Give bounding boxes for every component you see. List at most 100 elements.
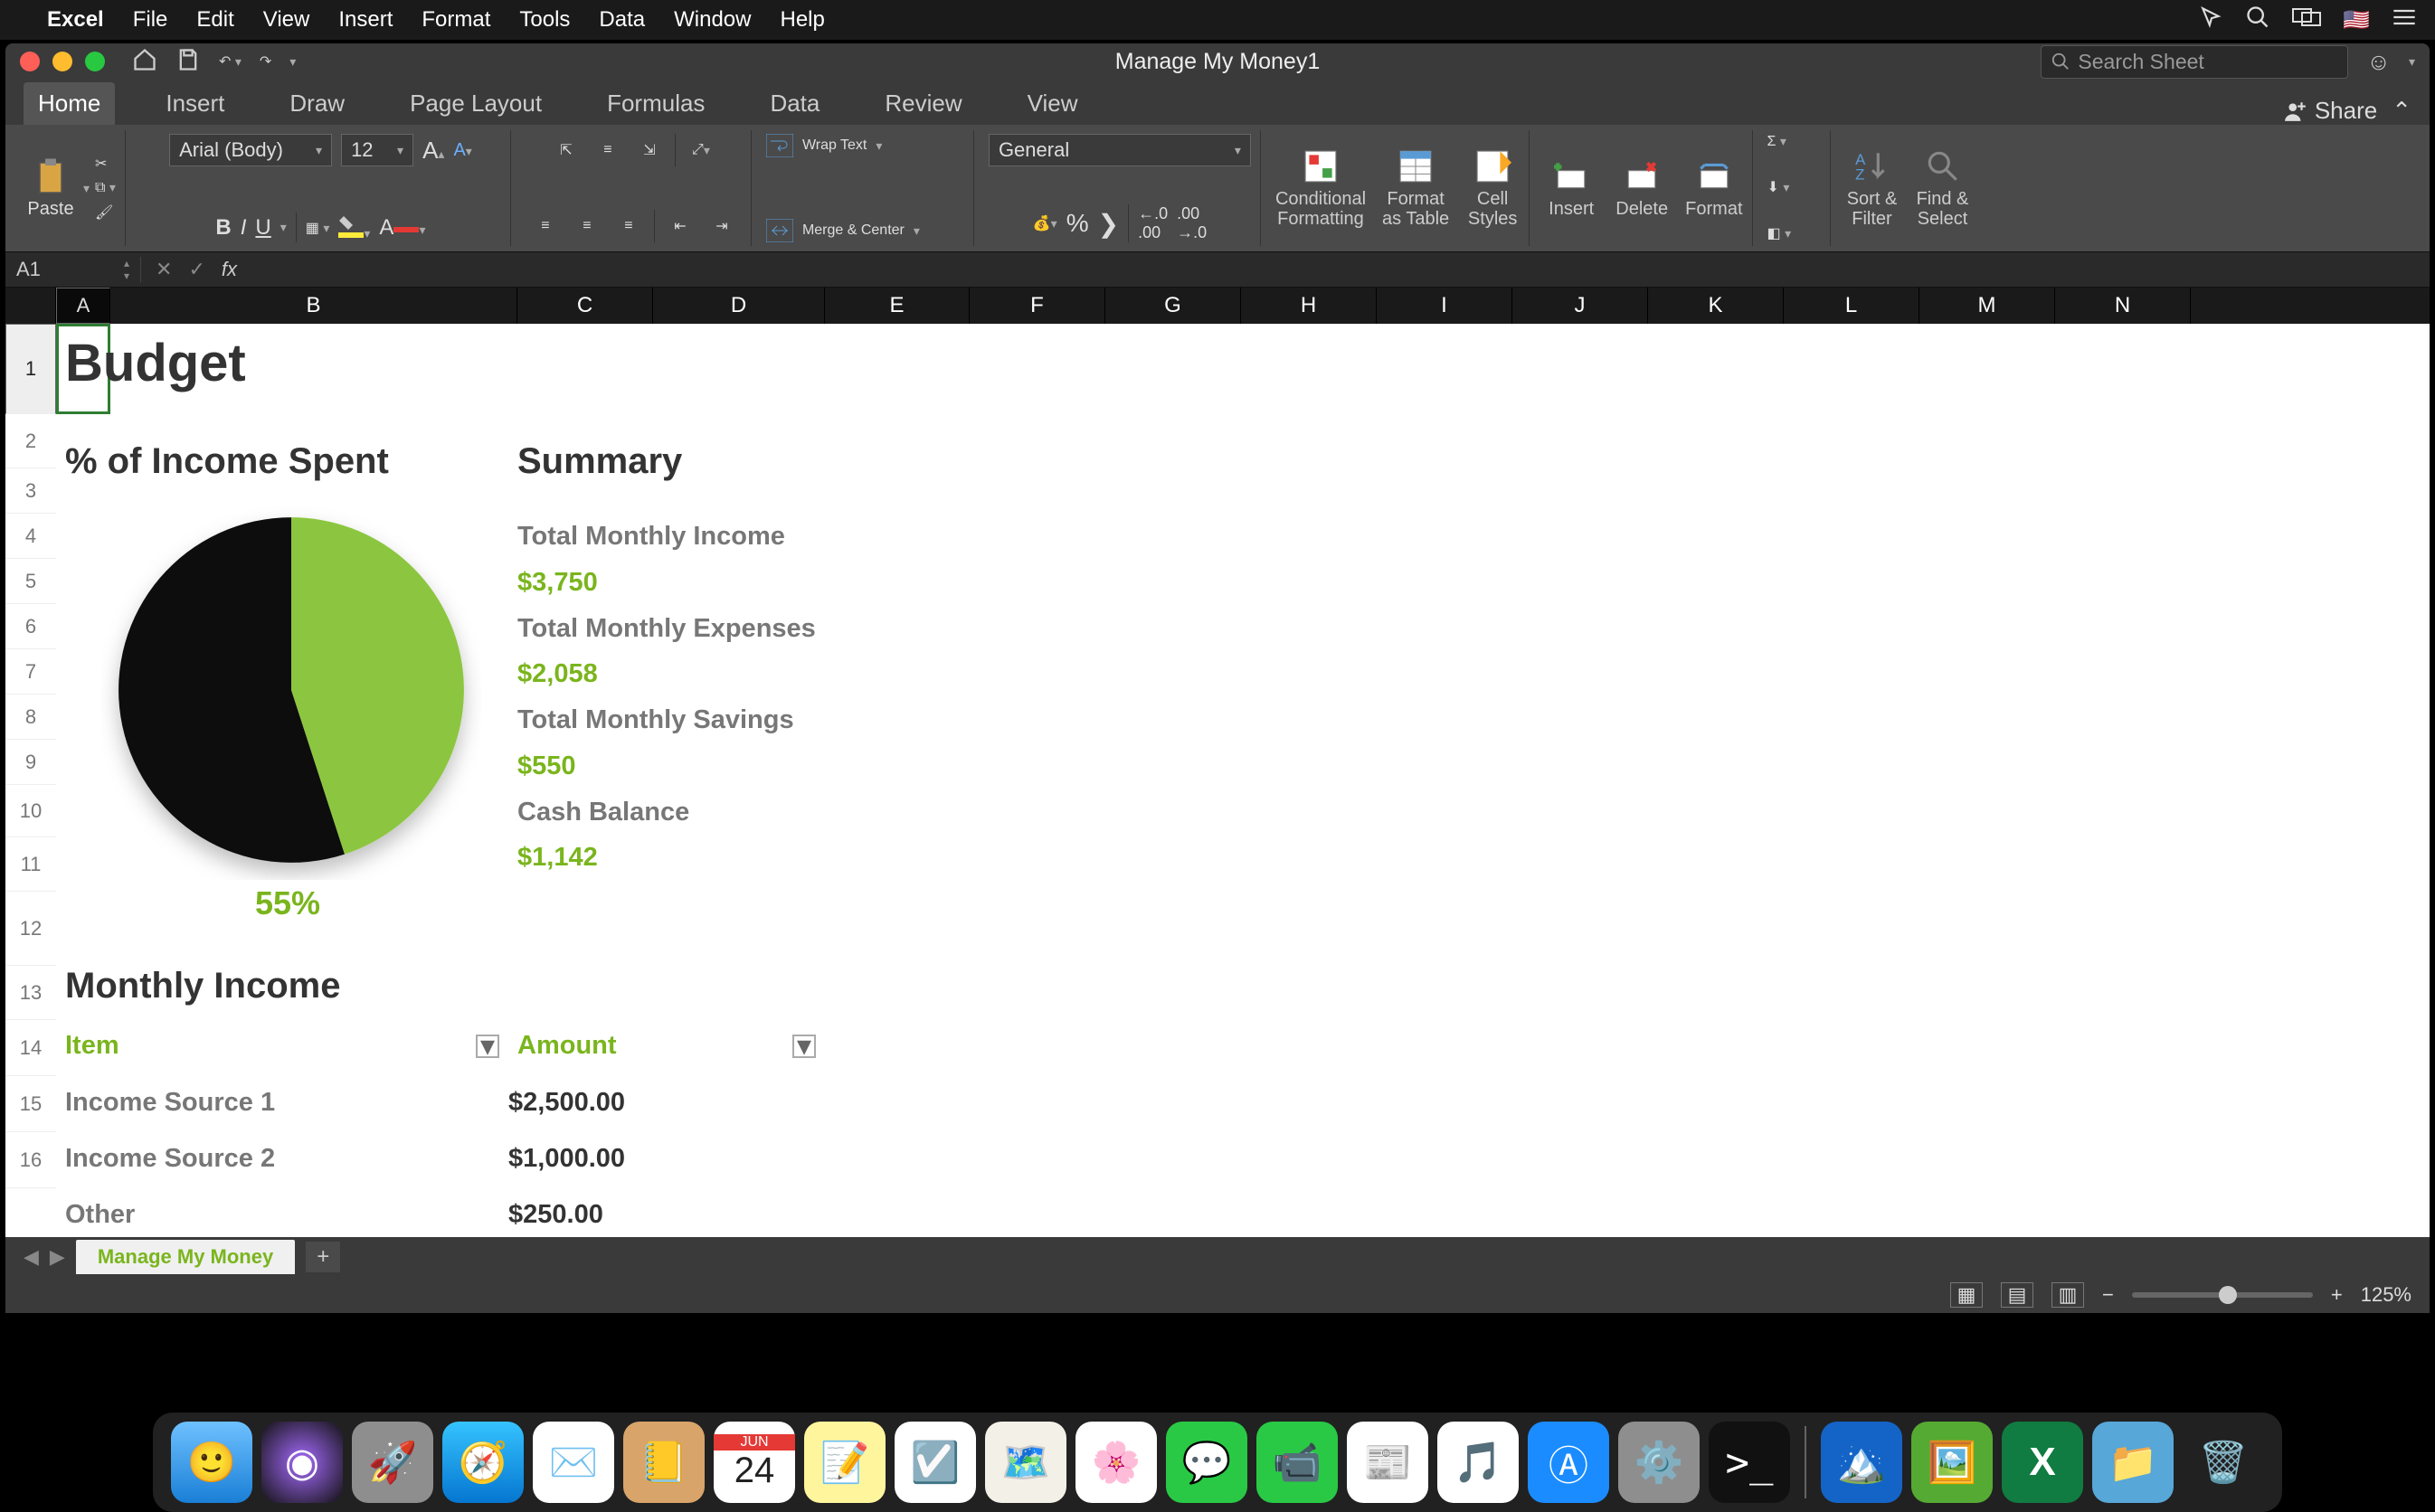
row-header-10[interactable]: 10: [5, 785, 56, 837]
col-header-A[interactable]: A: [56, 288, 110, 324]
dock-preview[interactable]: 🖼️: [1911, 1422, 1993, 1503]
col-header-D[interactable]: D: [653, 288, 825, 324]
zoom-out-button[interactable]: −: [2102, 1283, 2114, 1307]
name-box[interactable]: A1▴▾: [5, 257, 141, 282]
row-header-4[interactable]: 4: [5, 514, 56, 559]
income-col-item[interactable]: Item ▾: [65, 1031, 499, 1061]
dock-appstore[interactable]: Ⓐ: [1528, 1422, 1609, 1503]
align-bottom-icon[interactable]: ⇲: [633, 134, 666, 166]
merge-center-button[interactable]: Merge & Center▾: [766, 219, 920, 242]
row-header-16[interactable]: 16: [5, 1132, 56, 1188]
clear-icon[interactable]: ◧ ▾: [1767, 224, 1792, 242]
align-top-icon[interactable]: ⇱: [550, 134, 583, 166]
accept-formula-icon[interactable]: ✓: [188, 258, 204, 281]
align-left-icon[interactable]: ≡: [529, 210, 562, 242]
search-sheet-input[interactable]: Search Sheet: [2041, 45, 2348, 79]
row-header-3[interactable]: 3: [5, 468, 56, 514]
font-size-select[interactable]: 12▾: [341, 134, 413, 166]
spreadsheet-grid[interactable]: 12345678910111213141516 Budget % of Inco…: [5, 324, 2430, 1237]
col-header-K[interactable]: K: [1648, 288, 1784, 324]
decrease-font-icon[interactable]: A▾: [453, 140, 471, 161]
dock-photos[interactable]: 🌸: [1075, 1422, 1157, 1503]
row-header-12[interactable]: 12: [5, 892, 56, 966]
conditional-formatting-button[interactable]: Conditional Formatting: [1275, 147, 1366, 229]
menu-view[interactable]: View: [263, 7, 310, 33]
sheet-nav-prev[interactable]: ◀: [24, 1245, 39, 1269]
cursor-icon[interactable]: [2200, 5, 2223, 35]
fill-icon[interactable]: ⬇ ▾: [1767, 178, 1790, 196]
accounting-format-icon[interactable]: 💰▾: [1033, 214, 1057, 232]
spotlight-icon[interactable]: [2245, 5, 2270, 36]
menu-insert[interactable]: Insert: [338, 7, 393, 33]
comma-format-icon[interactable]: ❯: [1098, 209, 1119, 239]
font-color-button[interactable]: A▾: [379, 215, 425, 241]
delete-cells-button[interactable]: Delete: [1615, 157, 1669, 219]
row-header-14[interactable]: 14: [5, 1020, 56, 1076]
fill-color-button[interactable]: ▾: [338, 213, 370, 242]
menu-format[interactable]: Format: [422, 7, 490, 33]
dock-terminal[interactable]: >_: [1709, 1422, 1790, 1503]
dock-facetime[interactable]: 📹: [1256, 1422, 1338, 1503]
filter-dropdown-icon[interactable]: ▾: [792, 1035, 816, 1058]
table-row[interactable]: Income Source 1$2,500.00: [65, 1074, 689, 1130]
tab-draw[interactable]: Draw: [275, 82, 359, 125]
row-header-9[interactable]: 9: [5, 740, 56, 785]
menu-data[interactable]: Data: [599, 7, 645, 33]
table-row[interactable]: Other$250.00: [65, 1186, 689, 1237]
row-header-7[interactable]: 7: [5, 649, 56, 695]
dock-reminders[interactable]: ☑️: [895, 1422, 976, 1503]
increase-font-icon[interactable]: A▴: [422, 137, 444, 165]
dock-settings[interactable]: ⚙️: [1618, 1422, 1700, 1503]
dock-contacts[interactable]: 📒: [623, 1422, 705, 1503]
zoom-in-button[interactable]: +: [2331, 1283, 2343, 1307]
help-dropdown[interactable]: ▾: [2409, 54, 2415, 70]
col-header-J[interactable]: J: [1512, 288, 1648, 324]
underline-button[interactable]: U: [255, 215, 270, 241]
close-window-button[interactable]: [20, 52, 40, 71]
tab-home[interactable]: Home: [24, 82, 115, 125]
row-header-5[interactable]: 5: [5, 559, 56, 604]
dock-trash[interactable]: 🗑️: [2183, 1422, 2264, 1503]
paste-dropdown[interactable]: ▾: [83, 181, 90, 196]
dock-affinity[interactable]: 🏔️: [1821, 1422, 1902, 1503]
italic-button[interactable]: I: [241, 215, 247, 241]
increase-indent-icon[interactable]: ⇥: [706, 210, 738, 242]
dock-finder[interactable]: 🙂: [171, 1422, 252, 1503]
cell-styles-button[interactable]: Cell Styles: [1465, 147, 1520, 229]
income-col-amount[interactable]: Amount ▾: [517, 1031, 816, 1061]
dock-downloads[interactable]: 📁: [2092, 1422, 2174, 1503]
view-page-layout-icon[interactable]: ▤: [2001, 1282, 2033, 1308]
tab-insert[interactable]: Insert: [151, 82, 239, 125]
qat-customize[interactable]: ▾: [289, 54, 296, 70]
col-header-F[interactable]: F: [970, 288, 1105, 324]
collapse-ribbon-icon[interactable]: ⌃: [2392, 97, 2411, 125]
col-header-H[interactable]: H: [1241, 288, 1377, 324]
dock-news[interactable]: 📰: [1347, 1422, 1428, 1503]
dock-excel[interactable]: X: [2002, 1422, 2083, 1503]
paste-button[interactable]: Paste: [24, 157, 78, 220]
sheet-tab-active[interactable]: Manage My Money: [76, 1240, 295, 1274]
select-all-corner[interactable]: [5, 288, 56, 324]
minimize-window-button[interactable]: [52, 52, 72, 71]
undo-icon[interactable]: ↶ ▾: [219, 52, 242, 71]
col-header-L[interactable]: L: [1784, 288, 1919, 324]
tab-page-layout[interactable]: Page Layout: [395, 82, 556, 125]
dock-messages[interactable]: 💬: [1166, 1422, 1247, 1503]
view-normal-icon[interactable]: ▦: [1950, 1282, 1983, 1308]
dock-maps[interactable]: 🗺️: [985, 1422, 1066, 1503]
menu-file[interactable]: File: [133, 7, 168, 33]
col-header-G[interactable]: G: [1105, 288, 1241, 324]
sheet-area[interactable]: Budget % of Income Spent Summary 55% Tot…: [56, 324, 2430, 1237]
dock-siri[interactable]: ◉: [261, 1422, 343, 1503]
percent-format-icon[interactable]: %: [1066, 209, 1089, 238]
align-middle-icon[interactable]: ≡: [592, 134, 624, 166]
tab-review[interactable]: Review: [870, 82, 976, 125]
row-header-6[interactable]: 6: [5, 604, 56, 649]
format-painter-icon[interactable]: 🖌: [95, 203, 116, 222]
autosum-icon[interactable]: Σ ▾: [1767, 134, 1786, 150]
number-format-select[interactable]: General▾: [989, 134, 1251, 166]
sort-filter-button[interactable]: AZSort & Filter: [1845, 147, 1900, 229]
menu-help[interactable]: Help: [780, 7, 824, 33]
decrease-decimal-icon[interactable]: .00→.0: [1177, 204, 1207, 242]
dock-launchpad[interactable]: 🚀: [352, 1422, 433, 1503]
